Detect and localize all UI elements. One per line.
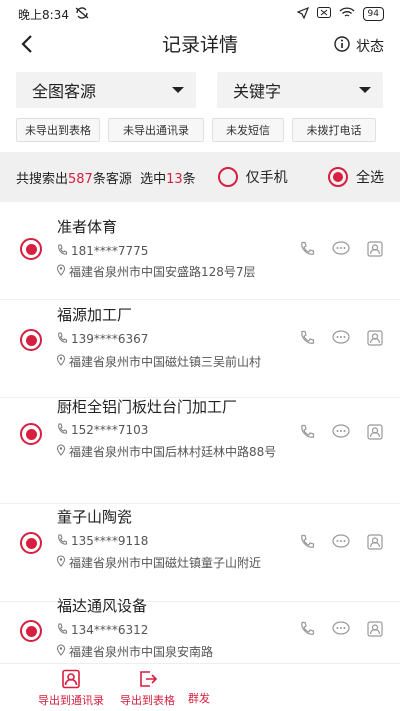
location-pin-icon bbox=[56, 354, 66, 371]
sync-icon bbox=[75, 6, 89, 22]
item-checkbox[interactable] bbox=[20, 620, 42, 642]
record-address: 福建省泉州市中国泉安南路 bbox=[56, 644, 293, 661]
selected-count: 13 bbox=[166, 171, 183, 187]
contact-card-icon[interactable] bbox=[366, 533, 384, 551]
record-phone: 134****6312 bbox=[57, 623, 148, 638]
export-contacts-button[interactable]: 导出到通讯录 bbox=[38, 668, 104, 708]
phone-call-icon[interactable] bbox=[298, 423, 316, 441]
broadcast-button[interactable]: 群发 bbox=[188, 690, 210, 706]
list-item[interactable]: 福达通风设备 134****6312 福建省泉州市中国泉安南路 bbox=[0, 597, 400, 672]
message-icon[interactable] bbox=[332, 329, 350, 347]
message-icon[interactable] bbox=[332, 240, 350, 258]
status-time: 晚上8:34 bbox=[18, 7, 69, 22]
caret-down-icon bbox=[359, 87, 371, 93]
filter-no-sms[interactable]: 未发短信 bbox=[212, 118, 284, 142]
status-label: 状态 bbox=[356, 39, 384, 55]
record-name: 准者体育 bbox=[57, 218, 118, 236]
record-phone: 139****6367 bbox=[57, 332, 148, 347]
phone-call-icon[interactable] bbox=[298, 329, 316, 347]
export-icon bbox=[137, 668, 159, 690]
item-checkbox[interactable] bbox=[20, 238, 42, 260]
record-actions bbox=[298, 423, 384, 441]
filter-not-exported-contacts[interactable]: 未导出通讯录 bbox=[108, 118, 204, 142]
location-icon bbox=[296, 6, 309, 22]
export-contacts-label: 导出到通讯录 bbox=[38, 694, 104, 707]
status-bar: 晚上8:34 94 bbox=[0, 0, 400, 28]
location-pin-icon bbox=[56, 444, 66, 461]
contact-card-icon bbox=[60, 668, 82, 690]
message-icon[interactable] bbox=[332, 423, 350, 441]
phone-only-toggle[interactable]: 仅手机 bbox=[217, 167, 288, 187]
select-all-label: 全选 bbox=[356, 170, 384, 186]
contact-card-icon[interactable] bbox=[366, 620, 384, 638]
record-name: 厨柜全铝门板灶台门加工厂 bbox=[57, 398, 238, 416]
select-all-toggle[interactable]: 全选 bbox=[328, 167, 384, 187]
message-icon[interactable] bbox=[332, 620, 350, 638]
navbar: 记录详情 状态 bbox=[0, 28, 400, 64]
status-button[interactable]: 状态 bbox=[334, 28, 384, 64]
record-actions bbox=[298, 533, 384, 551]
record-address: 福建省泉州市中国磁灶镇三吴前山村 bbox=[56, 354, 293, 371]
filter-not-called[interactable]: 未拨打电话 bbox=[292, 118, 376, 142]
location-pin-icon bbox=[56, 555, 66, 572]
record-phone: 152****7103 bbox=[57, 423, 148, 438]
list-item[interactable]: 厨柜全铝门板灶台门加工厂 152****7103 福建省泉州市中国后林村廷林中路… bbox=[0, 398, 400, 504]
record-address: 福建省泉州市中国安盛路128号7层 bbox=[56, 264, 293, 281]
info-icon bbox=[334, 36, 350, 56]
record-name: 福达通风设备 bbox=[57, 597, 148, 615]
contact-card-icon[interactable] bbox=[366, 329, 384, 347]
phone-small-icon bbox=[57, 332, 67, 347]
radio-unchecked-icon bbox=[217, 167, 238, 187]
phone-small-icon bbox=[57, 623, 67, 638]
keyword-dropdown[interactable]: 关键字 bbox=[217, 72, 383, 108]
record-phone: 181****7775 bbox=[57, 244, 148, 259]
contact-card-icon[interactable] bbox=[366, 423, 384, 441]
item-checkbox[interactable] bbox=[20, 423, 42, 445]
item-checkbox[interactable] bbox=[20, 329, 42, 351]
record-phone: 135****9118 bbox=[57, 534, 148, 549]
bottom-action-bar: 导出到通讯录 导出到表格 群发 bbox=[0, 663, 400, 711]
phone-call-icon[interactable] bbox=[298, 240, 316, 258]
summary-bar: 共搜索出587条客源 选中13条 仅手机 全选 bbox=[0, 152, 400, 202]
list-item[interactable]: 准者体育 181****7775 福建省泉州市中国安盛路128号7层 bbox=[0, 202, 400, 300]
item-checkbox[interactable] bbox=[20, 532, 42, 554]
list-item[interactable]: 福源加工厂 139****6367 福建省泉州市中国磁灶镇三吴前山村 bbox=[0, 300, 400, 398]
phone-call-icon[interactable] bbox=[298, 533, 316, 551]
radio-checked-icon bbox=[328, 167, 348, 187]
phone-small-icon bbox=[57, 423, 67, 438]
broadcast-label: 群发 bbox=[188, 692, 210, 705]
record-name: 福源加工厂 bbox=[57, 306, 133, 324]
record-actions bbox=[298, 329, 384, 347]
record-list: 准者体育 181****7775 福建省泉州市中国安盛路128号7层 福源加工厂… bbox=[0, 202, 400, 672]
contact-card-icon[interactable] bbox=[366, 240, 384, 258]
location-pin-icon bbox=[56, 644, 66, 661]
scope-dropdown-label: 全图客源 bbox=[32, 82, 97, 101]
summary-text: 共搜索出587条客源 选中13条 bbox=[16, 171, 196, 187]
list-item[interactable]: 童子山陶瓷 135****9118 福建省泉州市中国磁灶镇童子山附近 bbox=[0, 504, 400, 602]
scope-dropdown[interactable]: 全图客源 bbox=[16, 72, 196, 108]
export-sheet-label: 导出到表格 bbox=[120, 694, 175, 707]
location-pin-icon bbox=[56, 264, 66, 281]
phone-only-label: 仅手机 bbox=[245, 170, 288, 186]
message-icon[interactable] bbox=[332, 533, 350, 551]
phone-small-icon bbox=[57, 244, 67, 259]
total-count: 587 bbox=[68, 171, 93, 187]
keyword-dropdown-label: 关键字 bbox=[233, 82, 282, 101]
record-actions bbox=[298, 240, 384, 258]
filter-bar: 未导出到表格 未导出通讯录 未发短信 未拨打电话 bbox=[16, 118, 384, 142]
record-address: 福建省泉州市中国磁灶镇童子山附近 bbox=[56, 555, 293, 572]
caret-down-icon bbox=[172, 87, 184, 93]
sim-icon bbox=[316, 7, 331, 21]
export-sheet-button[interactable]: 导出到表格 bbox=[120, 668, 175, 708]
wifi-icon bbox=[339, 6, 355, 22]
record-actions bbox=[298, 620, 384, 638]
battery-indicator: 94 bbox=[362, 7, 384, 21]
filter-not-exported-sheet[interactable]: 未导出到表格 bbox=[16, 118, 100, 142]
phone-call-icon[interactable] bbox=[298, 620, 316, 638]
record-name: 童子山陶瓷 bbox=[57, 508, 133, 526]
record-address: 福建省泉州市中国后林村廷林中路88号 bbox=[56, 444, 293, 461]
phone-small-icon bbox=[57, 534, 67, 549]
